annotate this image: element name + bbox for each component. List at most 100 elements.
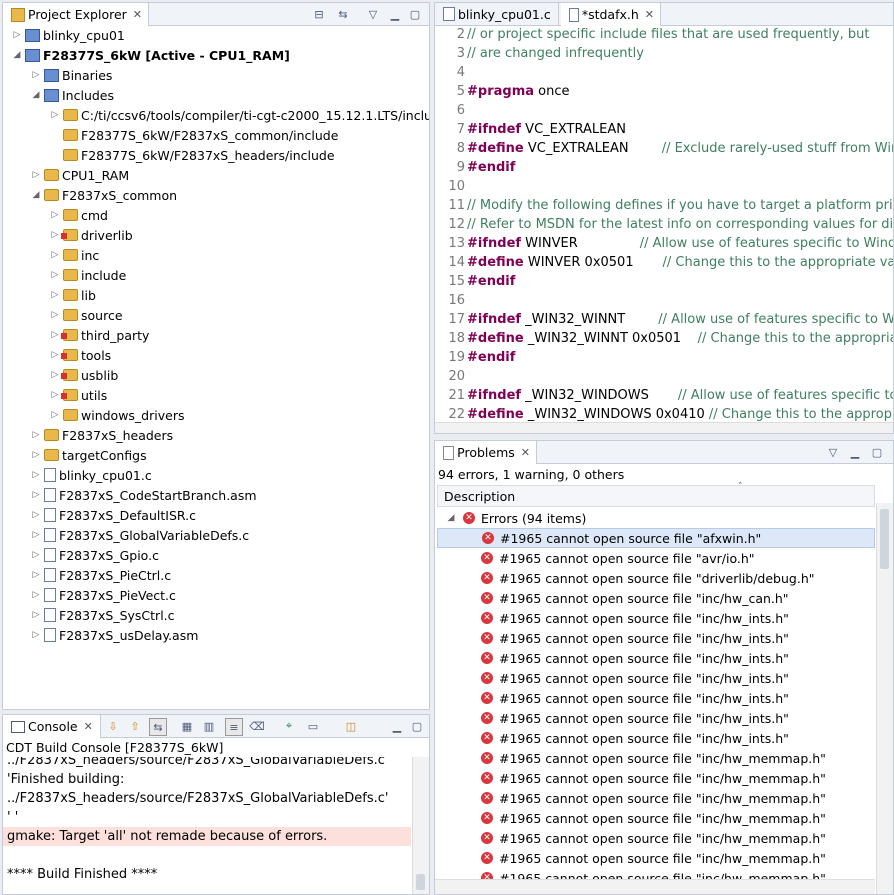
tree-item[interactable]: F28377S_6kW/F2837xS_common/include: [3, 125, 338, 145]
problem-row[interactable]: ✕ #1965 cannot open source file "inc/hw_i…: [437, 668, 875, 688]
arrow-down-icon[interactable]: ⇩: [105, 718, 121, 734]
problem-row[interactable]: ✕ #1965 cannot open source file "avr/io.h…: [437, 548, 875, 568]
tree-item[interactable]: ◢ Includes: [3, 85, 114, 105]
tree-item[interactable]: ▷ usblib: [3, 365, 119, 385]
tree-item[interactable]: ▷ lib: [3, 285, 96, 305]
tree-item[interactable]: ▷ source: [3, 305, 123, 325]
collapsed-arrow-icon[interactable]: ▷: [49, 370, 61, 380]
minimize-icon[interactable]: ▁: [847, 444, 863, 460]
tree-item[interactable]: ▷ F2837xS_headers: [3, 425, 174, 445]
view-menu-icon[interactable]: ▽: [365, 6, 381, 22]
problem-row[interactable]: ✕ #1965 cannot open source file "inc/hw_m…: [437, 768, 875, 788]
tree-item[interactable]: ▷ F2837xS_GlobalVariableDefs.c: [3, 525, 250, 545]
editor-horizontal-scrollbar[interactable]: [435, 422, 893, 433]
tree-item[interactable]: ▷ F2837xS_SysCtrl.c: [3, 605, 175, 625]
minimize-icon[interactable]: ▁: [389, 718, 405, 734]
copy-build-log-icon[interactable]: ▦: [179, 718, 195, 734]
collapsed-arrow-icon[interactable]: ▷: [30, 570, 42, 580]
word-wrap-icon[interactable]: ≡: [225, 718, 243, 736]
problem-row[interactable]: ✕ #1965 cannot open source file "afxwin.h…: [437, 528, 875, 548]
collapsed-arrow-icon[interactable]: ▷: [49, 350, 61, 360]
tree-item[interactable]: ▷ blinky_cpu01.c: [3, 465, 152, 485]
problem-row[interactable]: ✕ #1965 cannot open source file "inc/hw_m…: [437, 828, 875, 848]
tree-item[interactable]: ◢ F2837xS_common: [3, 185, 178, 205]
close-icon[interactable]: ✕: [133, 8, 142, 21]
code-editor[interactable]: 2// or project specific include files th…: [435, 25, 893, 423]
problem-row[interactable]: ✕ #1965 cannot open source file "driverli…: [437, 568, 875, 588]
tab-stdafx-h[interactable]: *stdafx.h ✕: [561, 3, 661, 26]
tree-item[interactable]: ▷ F2837xS_DefaultISR.c: [3, 505, 196, 525]
problem-row[interactable]: ✕ #1965 cannot open source file "inc/hw_m…: [437, 748, 875, 768]
maximize-icon[interactable]: ▢: [407, 6, 423, 22]
tree-item[interactable]: ▷ F2837xS_PieVect.c: [3, 585, 176, 605]
collapsed-arrow-icon[interactable]: ▷: [49, 390, 61, 400]
console-output[interactable]: ../F2837xS_headers/source/F2837xS_Global…: [3, 757, 411, 894]
collapse-all-icon[interactable]: ⊟: [311, 6, 327, 22]
tree-item[interactable]: ▷ windows_drivers: [3, 405, 185, 425]
collapsed-arrow-icon[interactable]: ▷: [49, 270, 61, 280]
collapsed-arrow-icon[interactable]: ▷: [30, 610, 42, 620]
tree-item[interactable]: ▷ F2837xS_usDelay.asm: [3, 625, 199, 645]
open-console-icon[interactable]: ◫: [343, 718, 359, 734]
problems-vertical-scrollbar[interactable]: [876, 503, 893, 894]
link-console-icon[interactable]: ⇆: [149, 718, 167, 736]
collapsed-arrow-icon[interactable]: ▷: [30, 70, 42, 80]
scrollbar-thumb[interactable]: [416, 874, 425, 890]
clear-console-icon[interactable]: ⌫: [249, 718, 265, 734]
show-console-icon[interactable]: ▥: [201, 718, 217, 734]
collapsed-arrow-icon[interactable]: ▷: [30, 490, 42, 500]
view-menu-icon[interactable]: ▽: [825, 444, 841, 460]
tab-problems[interactable]: Problems ✕: [435, 441, 537, 464]
collapsed-arrow-icon[interactable]: ▷: [49, 290, 61, 300]
collapsed-arrow-icon[interactable]: ▷: [49, 330, 61, 340]
tab-console[interactable]: Console ✕: [3, 715, 101, 738]
close-icon[interactable]: ✕: [645, 8, 654, 21]
collapsed-arrow-icon[interactable]: ▷: [49, 230, 61, 240]
problem-row[interactable]: ✕ #1965 cannot open source file "inc/hw_i…: [437, 688, 875, 708]
expanded-arrow-icon[interactable]: ◢: [445, 513, 457, 523]
problem-row[interactable]: ✕ #1965 cannot open source file "inc/hw_m…: [437, 808, 875, 828]
link-editor-icon[interactable]: ⇆: [335, 6, 351, 22]
arrow-up-icon[interactable]: ⇧: [127, 718, 143, 734]
tree-item[interactable]: ▷ inc: [3, 245, 100, 265]
tab-project-explorer[interactable]: Project Explorer ✕: [3, 3, 150, 26]
tree-item[interactable]: ▷ blinky_cpu01: [3, 25, 125, 45]
close-icon[interactable]: ✕: [521, 446, 530, 459]
pin-console-icon[interactable]: ⌖: [281, 718, 297, 734]
maximize-icon[interactable]: ▢: [409, 718, 425, 734]
problem-row[interactable]: ✕ #1965 cannot open source file "inc/hw_c…: [437, 588, 875, 608]
collapsed-arrow-icon[interactable]: ▷: [49, 250, 61, 260]
tree-item[interactable]: ▷ tools: [3, 345, 112, 365]
problem-row[interactable]: ✕ #1965 cannot open source file "inc/hw_m…: [437, 848, 875, 868]
problem-row[interactable]: ✕ #1965 cannot open source file "inc/hw_i…: [437, 648, 875, 668]
minimize-icon[interactable]: ▁: [387, 6, 403, 22]
tree-item[interactable]: ▷ third_party: [3, 325, 150, 345]
collapsed-arrow-icon[interactable]: ▷: [30, 590, 42, 600]
problems-horizontal-scrollbar[interactable]: [435, 879, 875, 894]
tree-item[interactable]: ▷ F2837xS_PieCtrl.c: [3, 565, 172, 585]
tree-item[interactable]: ▷ utils: [3, 385, 108, 405]
collapsed-arrow-icon[interactable]: ▷: [49, 310, 61, 320]
problems-column-header[interactable]: Description ˄: [437, 482, 875, 507]
tree-item[interactable]: ▷ CPU1_RAM: [3, 165, 130, 185]
collapsed-arrow-icon[interactable]: ▷: [11, 30, 23, 40]
console-vertical-scrollbar[interactable]: [412, 757, 429, 894]
problem-row[interactable]: ✕ #1965 cannot open source file "inc/hw_i…: [437, 708, 875, 728]
tree-item[interactable]: ▷ F2837xS_Gpio.c: [3, 545, 159, 565]
expanded-arrow-icon[interactable]: ◢: [30, 190, 42, 200]
scrollbar-thumb[interactable]: [880, 509, 889, 569]
tree-item[interactable]: ▷ targetConfigs: [3, 445, 147, 465]
tree-item[interactable]: ▷ driverlib: [3, 225, 133, 245]
expanded-arrow-icon[interactable]: ◢: [30, 90, 42, 100]
collapsed-arrow-icon[interactable]: ▷: [49, 410, 61, 420]
problem-row[interactable]: ✕ #1965 cannot open source file "inc/hw_m…: [437, 788, 875, 808]
display-console-icon[interactable]: ▭: [305, 718, 321, 734]
collapsed-arrow-icon[interactable]: ▷: [49, 110, 61, 120]
close-icon[interactable]: ✕: [84, 720, 93, 733]
error-group-row[interactable]: ◢ ✕ Errors (94 items): [437, 508, 875, 528]
collapsed-arrow-icon[interactable]: ▷: [30, 470, 42, 480]
tree-item[interactable]: ▷ C:/ti/ccsv6/tools/compiler/ti-cgt-c2000…: [3, 105, 429, 125]
expanded-arrow-icon[interactable]: ◢: [11, 50, 23, 60]
tree-item[interactable]: ▷ Binaries: [3, 65, 113, 85]
tree-item[interactable]: ▷ include: [3, 265, 127, 285]
